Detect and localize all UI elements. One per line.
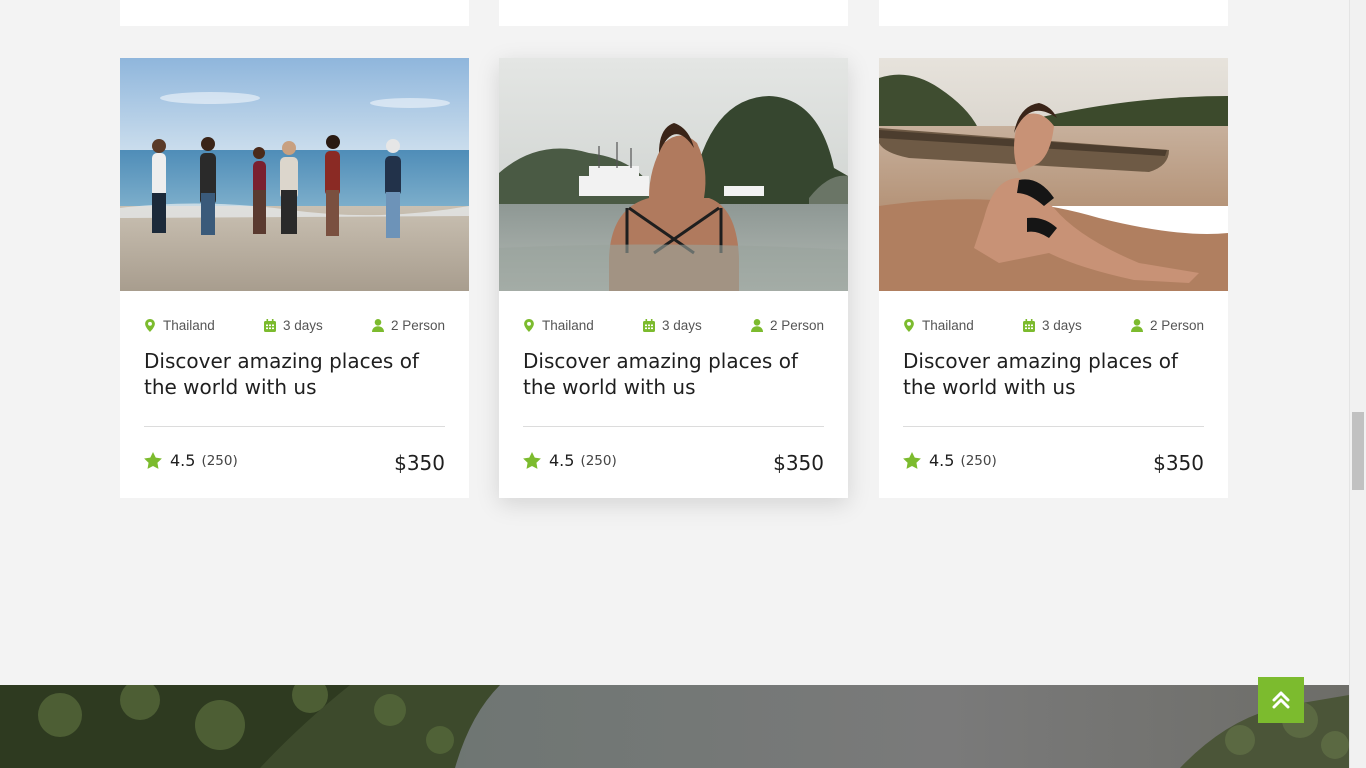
divider [144, 426, 445, 427]
star-icon [144, 452, 162, 469]
tour-location-text: Thailand [163, 317, 215, 333]
tour-duration-text: 3 days [1041, 317, 1082, 333]
rating-value: 4.5 [549, 451, 575, 470]
tour-photo-woman-in-water[interactable] [499, 58, 848, 291]
tour-people: 2 Person [371, 317, 445, 333]
tour-meta: Thailand 3 days 2 Person [903, 317, 1204, 333]
tour-people: 2 Person [1130, 317, 1204, 333]
tour-location: Thailand [523, 318, 594, 333]
tour-duration: 3 days [263, 317, 323, 333]
previous-tour-card-bottom [120, 0, 469, 26]
tour-title[interactable]: Discover amazing places of the world wit… [903, 348, 1204, 400]
map-pin-icon [145, 318, 155, 332]
user-icon [371, 318, 384, 332]
tour-photo-woman-on-beach[interactable] [879, 58, 1228, 291]
tour-people-text: 2 Person [390, 317, 445, 333]
tour-duration: 3 days [642, 317, 702, 333]
user-icon [1130, 318, 1143, 332]
tour-location-text: Thailand [542, 317, 594, 333]
tour-duration: 3 days [1022, 317, 1082, 333]
double-chevron-up-icon [1272, 691, 1290, 709]
star-icon [523, 452, 541, 469]
tour-duration-text: 3 days [661, 317, 702, 333]
back-to-top-button[interactable] [1258, 677, 1304, 723]
map-pin-icon [524, 318, 534, 332]
rating-value: 4.5 [170, 451, 196, 470]
divider [523, 426, 824, 427]
tour-meta: Thailand 3 days 2 Person [144, 317, 445, 333]
tour-price: $350 [394, 451, 445, 475]
previous-tour-card-bottom [499, 0, 848, 26]
calendar-icon [642, 318, 655, 332]
tour-photo-beach-group[interactable] [120, 58, 469, 291]
calendar-icon [1022, 318, 1035, 332]
page-scrollbar[interactable] [1349, 0, 1366, 768]
tour-card[interactable]: Thailand 3 days 2 Person Discover amazin… [879, 58, 1228, 498]
tour-title[interactable]: Discover amazing places of the world wit… [144, 348, 445, 400]
tour-location: Thailand [144, 318, 215, 333]
review-count: (250) [201, 452, 238, 469]
rating-value: 4.5 [929, 451, 955, 470]
tour-people-text: 2 Person [1149, 317, 1204, 333]
tour-title[interactable]: Discover amazing places of the world wit… [523, 348, 824, 400]
tour-card[interactable]: Thailand 3 days 2 Person Discover amazin… [120, 58, 469, 498]
map-pin-icon [904, 318, 914, 332]
tour-people: 2 Person [750, 317, 824, 333]
star-icon [903, 452, 921, 469]
user-icon [750, 318, 763, 332]
tour-meta: Thailand 3 days 2 Person [523, 317, 824, 333]
tour-rating: 4.5 (250) [523, 451, 617, 470]
scrollbar-thumb[interactable] [1352, 412, 1364, 490]
tour-price: $350 [773, 451, 824, 475]
tour-location-text: Thailand [922, 317, 974, 333]
tour-rating: 4.5 (250) [144, 451, 238, 470]
tour-people-text: 2 Person [769, 317, 824, 333]
tour-rating: 4.5 (250) [903, 451, 997, 470]
review-count: (250) [580, 452, 617, 469]
review-count: (250) [960, 452, 997, 469]
tour-location: Thailand [903, 318, 974, 333]
previous-tour-card-bottom [879, 0, 1228, 26]
tour-duration-text: 3 days [282, 317, 323, 333]
tour-price: $350 [1153, 451, 1204, 475]
tour-card[interactable]: Thailand 3 days 2 Person Discover amazin… [499, 58, 848, 498]
divider [903, 426, 1204, 427]
section-banner-background [0, 685, 1349, 768]
calendar-icon [263, 318, 276, 332]
